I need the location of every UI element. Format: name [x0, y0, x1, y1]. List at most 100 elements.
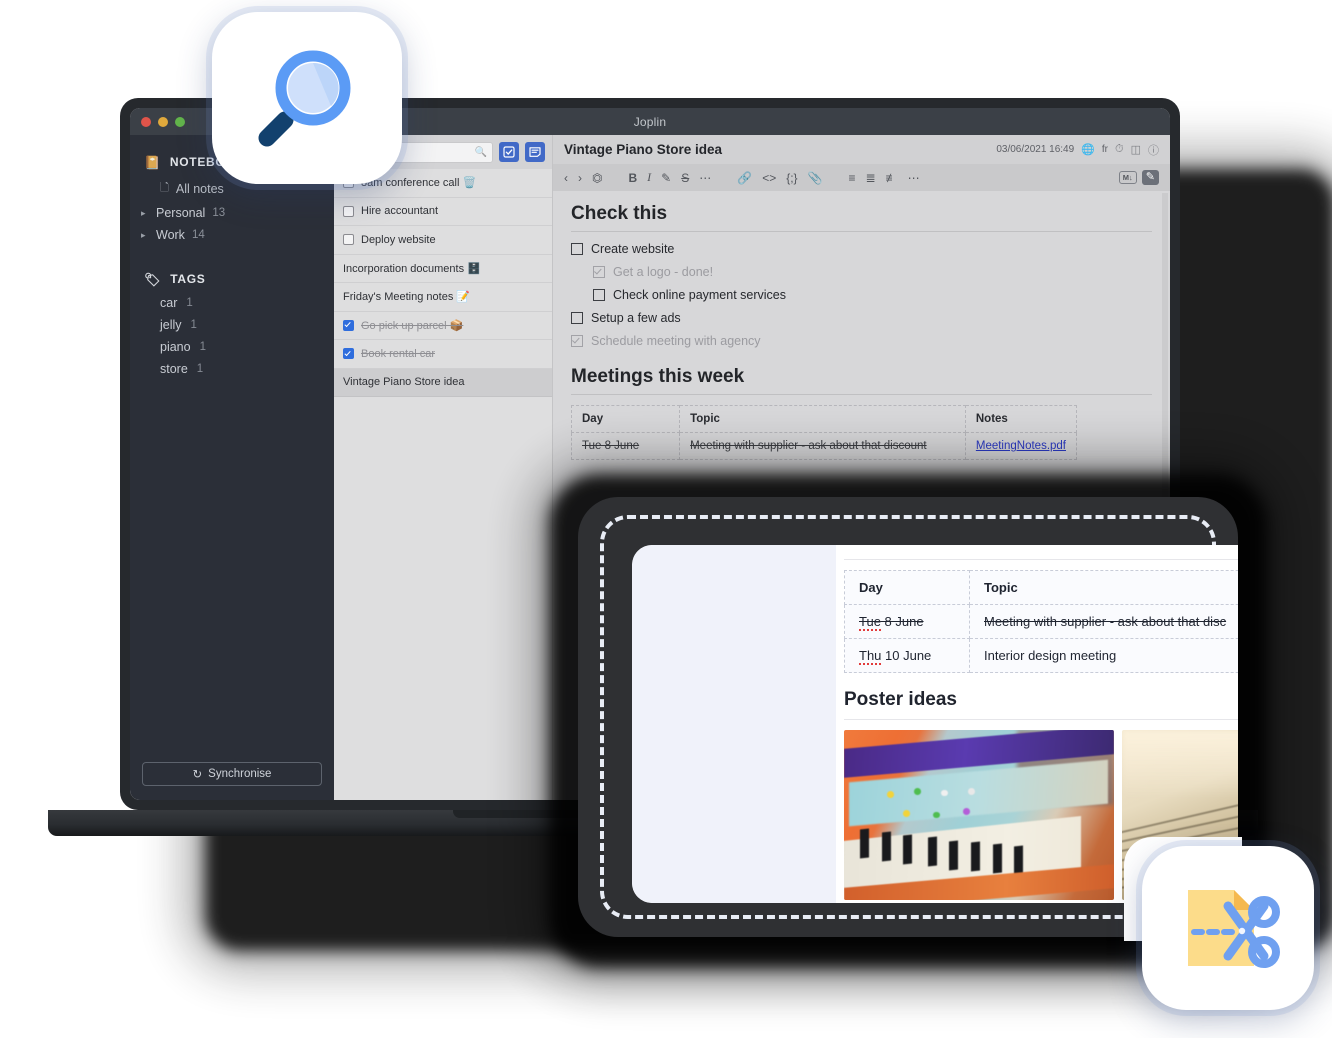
new-note-button[interactable]: [525, 142, 545, 162]
bullet-list-icon[interactable]: ≡: [849, 171, 856, 185]
tag-label: jelly: [160, 318, 182, 332]
heading-rule: [571, 394, 1152, 395]
task-item[interactable]: Check online payment services: [593, 288, 1152, 302]
maximize-button[interactable]: [175, 117, 185, 127]
edit-icon[interactable]: ✎: [1141, 170, 1159, 185]
note-title: Vintage Piano Store idea: [343, 376, 465, 389]
web-clipper-icon[interactable]: [1142, 846, 1314, 1010]
todo-checkbox[interactable]: [343, 205, 354, 217]
more-format-icon[interactable]: ⋯: [699, 171, 711, 185]
notebook-label: Personal: [156, 206, 206, 220]
numbered-list-icon[interactable]: ≣: [866, 171, 876, 185]
app-title: Joplin: [633, 114, 667, 129]
tags-header-label: TAGS: [170, 272, 206, 286]
list-item-selected[interactable]: Vintage Piano Store idea: [334, 368, 552, 397]
task-checkbox-checked[interactable]: [571, 335, 583, 347]
link-icon[interactable]: 🔗: [737, 171, 752, 185]
page-title[interactable]: Vintage Piano Store idea: [564, 142, 988, 157]
external-link-icon[interactable]: ⏣: [592, 171, 602, 185]
search-app-icon[interactable]: [212, 12, 402, 184]
tag-count: 1: [190, 319, 197, 331]
task-item[interactable]: Create website: [571, 242, 1152, 256]
list-item[interactable]: Hire accountant: [334, 198, 552, 226]
todo-checkbox[interactable]: [343, 348, 354, 360]
magnifier-handle: [258, 111, 294, 147]
task-checkbox-checked[interactable]: [593, 266, 605, 278]
globe-icon[interactable]: 🌐: [1081, 143, 1095, 156]
cell-day: Thu 10 June: [844, 638, 970, 673]
highlight-icon[interactable]: ✎: [661, 171, 671, 185]
sidebar-tag-jelly[interactable]: jelly 1: [130, 314, 334, 336]
strikethrough-icon[interactable]: S: [681, 171, 689, 185]
editor-toolbar[interactable]: ‹ › ⏣ B I ✎ S ⋯ 🔗 <> {;} 📎 ≡ ≣ ≢ ⋯ M↓ ✎: [553, 164, 1170, 191]
spellcheck-word: Tue: [859, 614, 881, 631]
info-icon[interactable]: ⓘ: [1148, 142, 1159, 158]
checklist-icon[interactable]: ≢: [886, 171, 898, 185]
list-item[interactable]: Book rental car: [334, 340, 552, 369]
minimize-button[interactable]: [158, 117, 168, 127]
sidebar-item-personal[interactable]: ▸ Personal 13: [130, 202, 334, 224]
chevron-right-icon[interactable]: ▸: [141, 208, 149, 219]
editor-mode-toggles[interactable]: M↓ ✎: [1118, 170, 1159, 185]
note-title: Deploy website: [361, 233, 436, 246]
markdown-chip[interactable]: M↓: [1118, 171, 1137, 184]
task-item[interactable]: Setup a few ads: [571, 311, 1152, 325]
new-todo-button[interactable]: [499, 142, 519, 162]
forward-icon[interactable]: ›: [578, 171, 582, 185]
todo-checkbox[interactable]: [343, 234, 354, 246]
code-icon[interactable]: <>: [762, 171, 776, 185]
chevron-right-icon[interactable]: ▸: [141, 230, 149, 241]
more-insert-icon[interactable]: ⋯: [908, 171, 920, 185]
sidebar-tag-piano[interactable]: piano 1: [130, 336, 334, 358]
task-item[interactable]: Schedule meeting with agency: [571, 334, 1152, 348]
list-item[interactable]: Go pick up parcel 📦: [334, 312, 552, 340]
note-title: Hire accountant: [361, 205, 439, 218]
tag-icon: 🏷: [144, 271, 162, 287]
sidebar-item-work[interactable]: ▸ Work 14: [130, 224, 334, 246]
window-controls[interactable]: [141, 117, 185, 127]
todo-checkbox[interactable]: [343, 319, 354, 331]
split-view-icon[interactable]: ◫: [1131, 143, 1141, 156]
italic-icon[interactable]: I: [647, 170, 651, 185]
task-item[interactable]: Get a logo - done!: [593, 265, 1152, 279]
tag-label: store: [160, 362, 188, 376]
alarm-icon[interactable]: ⏱: [1115, 143, 1124, 156]
task-label: Schedule meeting with agency: [591, 334, 761, 348]
synchronise-button[interactable]: ↻ Synchronise: [142, 762, 322, 786]
task-checkbox[interactable]: [571, 243, 583, 255]
checkbox-icon: [503, 146, 515, 158]
task-checkbox[interactable]: [593, 289, 605, 301]
attachment-link[interactable]: MeetingNotes.pdf: [976, 440, 1066, 452]
task-checkbox[interactable]: [571, 312, 583, 324]
sidebar: 📔 NOTEBOOKS 🗋 All notes ▸ Personal 13 ▸: [130, 135, 334, 800]
code-block-icon[interactable]: {;}: [786, 171, 797, 185]
tag-label: car: [160, 296, 178, 310]
search-icon[interactable]: 🔍: [475, 147, 487, 158]
list-item[interactable]: Incorporation documents 🗄️: [334, 255, 552, 283]
cell-topic: Interior design meeting: [969, 638, 1238, 673]
close-button[interactable]: [141, 117, 151, 127]
sidebar-tag-car[interactable]: car 1: [130, 292, 334, 314]
tablet-body: Day Topic Tue 8 June Meeting with suppli…: [578, 497, 1242, 941]
heading-rule: [571, 231, 1152, 232]
note-icon: [529, 147, 541, 157]
sync-icon: ↻: [192, 769, 203, 781]
heading-rule: [844, 719, 1238, 720]
note-title: Book rental car: [361, 347, 435, 360]
tablet-sidebar[interactable]: [632, 545, 836, 903]
document-with-scissors-icon: [1188, 890, 1280, 968]
spellcheck-word: Thu: [859, 648, 882, 665]
bold-icon[interactable]: B: [628, 171, 637, 185]
heading-rule: [844, 559, 1238, 560]
list-item[interactable]: Friday's Meeting notes 📝: [334, 283, 552, 312]
sidebar-tag-store[interactable]: store 1: [130, 358, 334, 380]
all-notes-label: All notes: [175, 181, 224, 196]
attach-icon[interactable]: 📎: [808, 171, 823, 185]
table-header-row: Day Topic Notes: [570, 405, 1078, 433]
meetings-table: Day Topic Notes Tue 8 June Meeting with …: [570, 405, 1078, 460]
cell-notes: MeetingNotes.pdf: [964, 432, 1078, 460]
back-icon[interactable]: ‹: [564, 171, 568, 185]
list-item[interactable]: Deploy website: [334, 226, 552, 255]
note-list[interactable]: 8am conference call 🗑️ Hire accountant D…: [334, 169, 552, 800]
note-header: Vintage Piano Store idea 03/06/2021 16:4…: [553, 135, 1170, 164]
